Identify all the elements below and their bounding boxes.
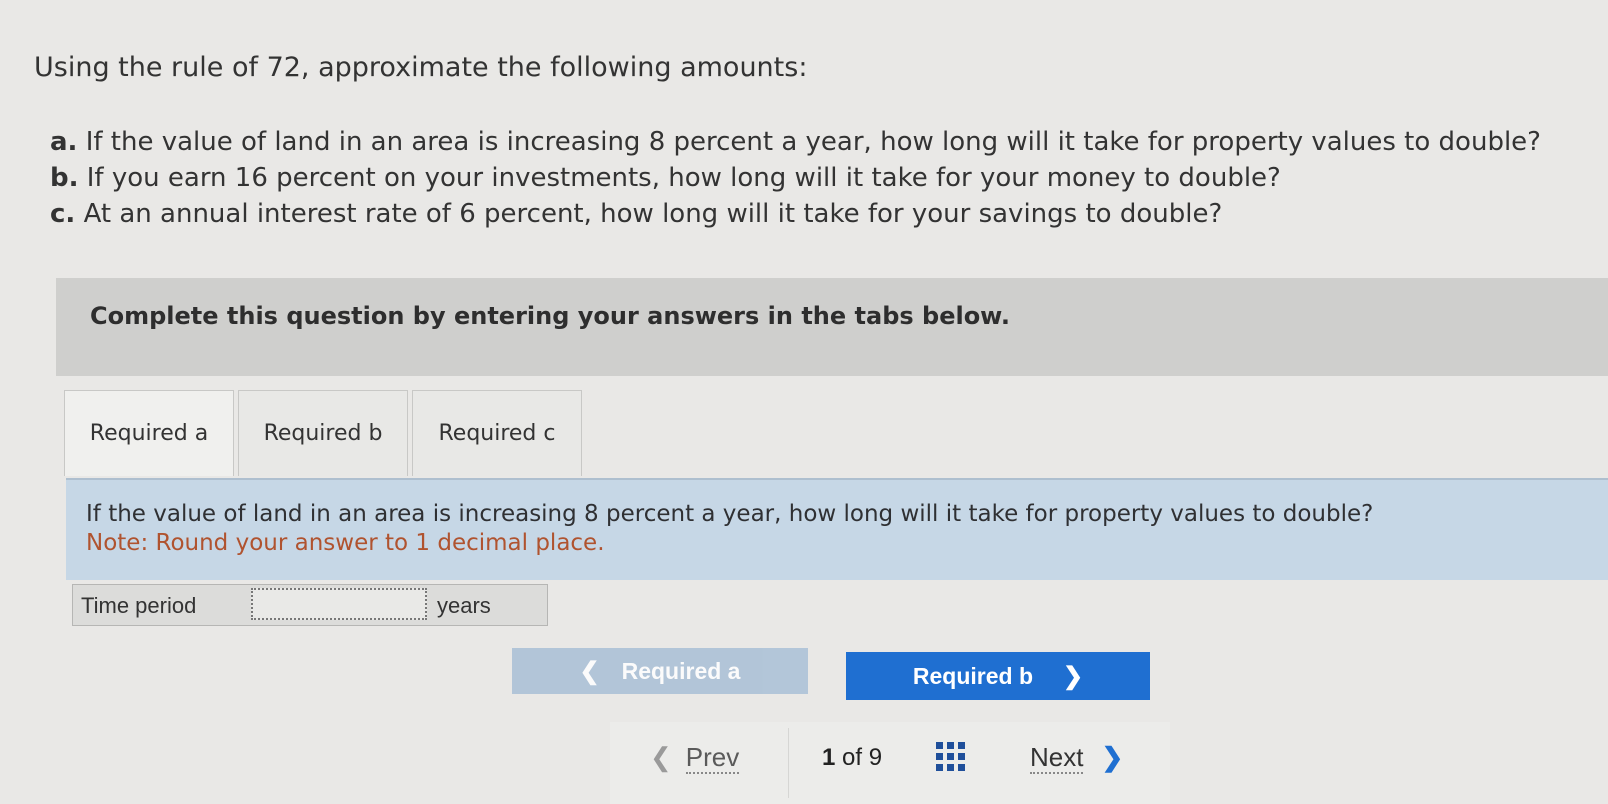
next-label: Next	[1030, 742, 1084, 774]
previous-tab-button[interactable]: ❮ Required a	[512, 648, 808, 694]
time-period-input[interactable]	[251, 588, 427, 620]
chevron-left-icon: ❮	[579, 657, 600, 685]
item-letter: b.	[50, 163, 79, 193]
next-tab-label: Required b	[912, 662, 1033, 689]
prompt-box: If the value of land in an area is incre…	[66, 478, 1608, 580]
years-unit-label: years	[437, 593, 491, 618]
item-text: If the value of land in an area is incre…	[85, 127, 1541, 157]
prompt-text: If the value of land in an area is incre…	[86, 500, 1373, 558]
tab-bar: Required a Required b Required c	[64, 390, 586, 478]
item-text: If you earn 16 percent on your investmen…	[86, 163, 1281, 193]
item-text: At an annual interest rate of 6 percent,…	[83, 199, 1223, 229]
prev-question-link[interactable]: ❮ Prev	[650, 742, 740, 774]
time-period-label: Time period	[81, 593, 197, 618]
next-question-link[interactable]: Next ❯	[1030, 742, 1124, 774]
item-letter: a.	[50, 127, 78, 157]
tab-required-c[interactable]: Required c	[412, 390, 582, 476]
prev-label: Prev	[685, 742, 740, 774]
answer-row: Time period years	[72, 584, 548, 626]
page-total: of 9	[842, 744, 883, 771]
prompt-question: If the value of land in an area is incre…	[86, 501, 1374, 527]
chevron-left-icon: ❮	[650, 742, 672, 772]
question-intro: Using the rule of 72, approximate the fo…	[34, 52, 808, 83]
tab-required-a[interactable]: Required a	[64, 390, 234, 476]
question-item-c: c. At an annual interest rate of 6 perce…	[50, 196, 1541, 232]
instruction-banner: Complete this question by entering your …	[56, 278, 1608, 376]
previous-tab-label: Required a	[621, 657, 741, 684]
tab-required-b[interactable]: Required b	[238, 390, 408, 476]
banner-text: Complete this question by entering your …	[90, 302, 1010, 330]
question-pager: ❮ Prev 1 of 9 Next ❯	[610, 722, 1170, 804]
item-letter: c.	[50, 199, 76, 229]
chevron-right-icon: ❯	[1101, 742, 1124, 772]
question-item-a: a. If the value of land in an area is in…	[50, 124, 1541, 160]
chevron-right-icon: ❯	[1063, 662, 1084, 690]
question-item-b: b. If you earn 16 percent on your invest…	[50, 160, 1541, 196]
pager-divider	[788, 728, 789, 798]
next-tab-button[interactable]: Required b ❯	[846, 652, 1150, 700]
current-page: 1	[822, 744, 836, 771]
question-list: a. If the value of land in an area is in…	[50, 124, 1541, 232]
question-grid-icon[interactable]	[934, 740, 968, 774]
page-indicator: 1 of 9	[822, 744, 882, 772]
prompt-note: Note: Round your answer to 1 decimal pla…	[86, 530, 605, 556]
